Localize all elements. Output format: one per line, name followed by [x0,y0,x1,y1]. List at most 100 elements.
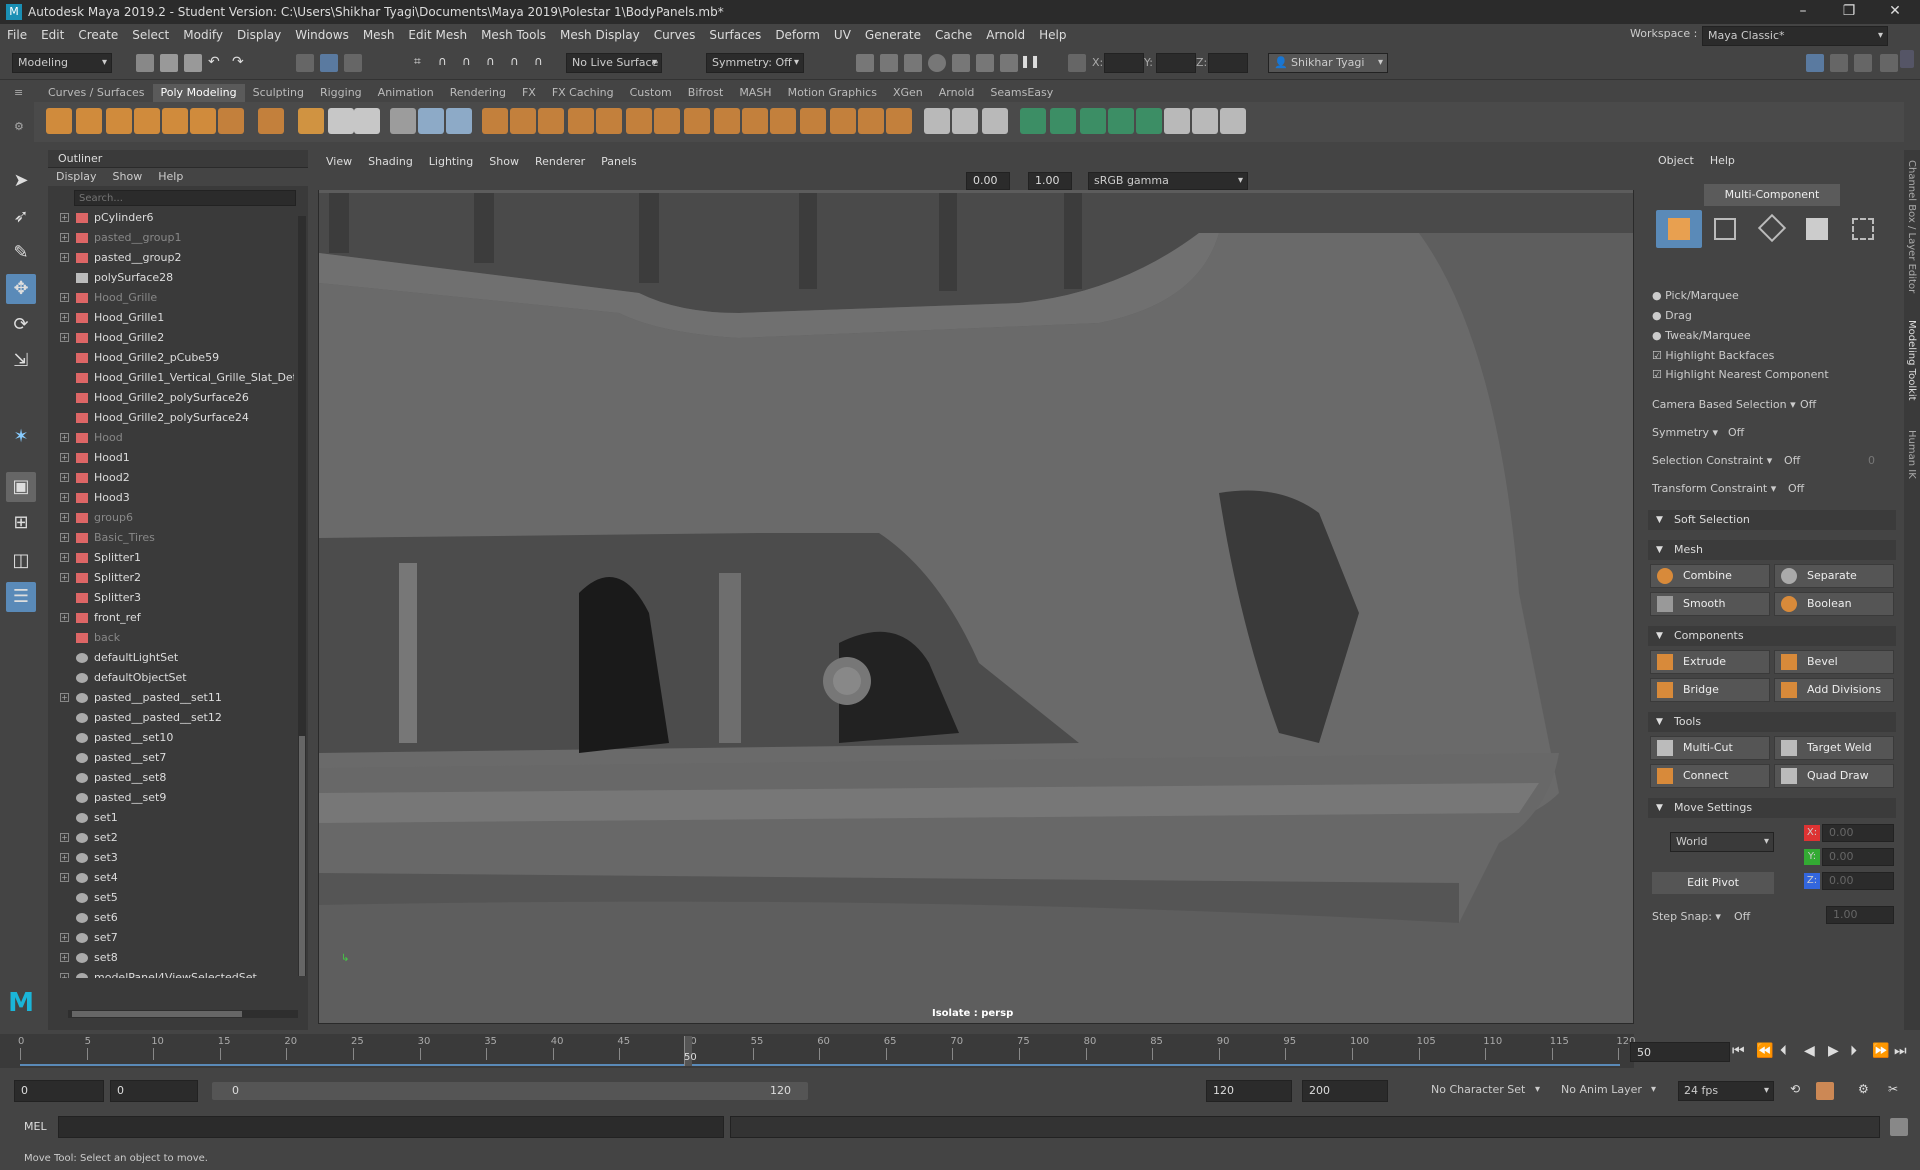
outliner-item[interactable]: + modelPanel4ViewSelectedSet [48,968,294,978]
two-view-layout-icon[interactable]: ◫ [6,546,36,576]
outliner-item[interactable]: + Hood3 [48,488,294,508]
lock-icon[interactable] [1900,50,1914,68]
expand-icon[interactable]: + [60,473,69,482]
move-settings-section[interactable]: Move Settings [1648,798,1896,818]
shelf-tool-icon-36[interactable] [1108,108,1134,134]
shelf-tool-icon-17[interactable] [538,108,564,134]
shelf-tab-xgen[interactable]: XGen [885,84,931,102]
outliner-vscroll[interactable] [298,216,306,976]
outliner-menu-help[interactable]: Help [150,168,191,186]
shelf-tool-icon-3[interactable] [106,108,132,134]
expand-icon[interactable]: + [60,613,69,622]
anim-start-field[interactable]: 0 [14,1080,104,1102]
camera-based-selection-value[interactable]: Off [1800,398,1816,411]
shelf-tool-icon-2[interactable] [76,108,102,134]
multi-cut-button[interactable]: Multi-Cut [1650,736,1770,760]
four-view-layout-icon[interactable]: ⊞ [6,508,36,538]
expand-icon[interactable]: + [60,433,69,442]
outliner-item[interactable]: Hood_Grille1_Vertical_Grille_Slat_Detail [48,368,294,388]
shelf-tool-icon-40[interactable] [1220,108,1246,134]
outliner-item[interactable]: pasted__set9 [48,788,294,808]
expand-icon[interactable]: + [60,933,69,942]
outliner-item[interactable]: Hood_Grille2_pCube59 [48,348,294,368]
user-account-dropdown[interactable]: 👤 Shikhar Tyagi [1268,53,1388,73]
anim-layer-dropdown[interactable]: No Anim Layer [1556,1081,1660,1101]
shelf-tool-icon-34[interactable] [1050,108,1076,134]
channel-box-toggle-icon[interactable] [1806,54,1824,72]
menu-curves[interactable]: Curves [647,28,703,42]
current-frame-field[interactable]: 50 [1630,1042,1730,1062]
outliner-item[interactable]: + Hood_Grille2 [48,328,294,348]
menu-select[interactable]: Select [125,28,176,42]
menu-deform[interactable]: Deform [768,28,827,42]
time-slider[interactable]: 0 5 10 15 20 25 30 35 40 45 50 55 60 65 70 75 80 85 90 95 10… [0,1034,1635,1068]
maximize-button[interactable]: ❐ [1826,0,1872,24]
z-coord-field[interactable] [1208,53,1248,73]
shelf-tab-seamseasy[interactable]: SeamsEasy [982,84,1061,102]
gamma-field[interactable]: 1.00 [1028,172,1072,190]
render-sequence-icon[interactable] [880,54,898,72]
menu-mesh-tools[interactable]: Mesh Tools [474,28,553,42]
expand-icon[interactable]: + [60,573,69,582]
outliner-item[interactable]: + Hood1 [48,448,294,468]
outliner-item[interactable]: pasted__pasted__set12 [48,708,294,728]
undo-icon[interactable]: ↶ [208,54,226,72]
shelf-tool-icon-18[interactable] [568,108,594,134]
expand-icon[interactable]: + [60,973,69,978]
shelf-tab-fx[interactable]: FX [514,84,544,102]
step-snap-value[interactable]: Off [1734,910,1750,923]
expand-icon[interactable]: + [60,873,69,882]
outliner-item[interactable]: + Hood_Grille1 [48,308,294,328]
shelf-tool-icon-24[interactable] [742,108,768,134]
render-settings-icon[interactable] [928,54,946,72]
script-editor-icon[interactable] [1890,1118,1908,1136]
selection-constraint-number[interactable]: 0 [1868,454,1875,467]
menu-windows[interactable]: Windows [288,28,356,42]
outliner-item[interactable]: + Splitter1 [48,548,294,568]
select-hierarchy-icon[interactable] [296,54,314,72]
viewport-menu-lighting[interactable]: Lighting [421,152,481,172]
drag-option[interactable]: ● Drag [1652,309,1692,322]
outliner-item[interactable]: pasted__set10 [48,728,294,748]
last-tool-icon[interactable]: ✶ [6,422,36,452]
transform-mode-icon[interactable] [1068,54,1086,72]
shelf-tool-icon-19[interactable] [596,108,622,134]
symmetry-value[interactable]: Off [1728,426,1744,439]
shelf-settings-icon[interactable]: ⚙ [14,120,28,134]
fps-dropdown[interactable]: 24 fps [1678,1081,1774,1101]
tweak-marquee-option[interactable]: ● Tweak/Marquee [1652,329,1751,342]
outliner-item[interactable]: Hood_Grille2_polySurface24 [48,408,294,428]
pause-viewport-icon[interactable]: ❚❚ [1020,54,1040,72]
play-back-icon[interactable]: ◀ [1804,1043,1815,1059]
expand-icon[interactable]: + [60,513,69,522]
separate-button[interactable]: Separate [1774,564,1894,588]
shelf-tool-icon-35[interactable] [1080,108,1106,134]
world-dropdown[interactable]: World [1670,832,1774,852]
scale-tool-icon[interactable]: ⇲ [6,346,36,376]
outliner-item[interactable]: + set4 [48,868,294,888]
step-snap-number[interactable]: 1.00 [1826,906,1894,924]
select-object-icon[interactable] [320,54,338,72]
toolkit-menu-object[interactable]: Object [1650,154,1702,167]
outliner-item[interactable]: + set8 [48,948,294,968]
step-back-key-icon[interactable]: ⏪ [1756,1043,1773,1059]
shelf-tab-fx-caching[interactable]: FX Caching [544,84,622,102]
multi-component-button[interactable]: Multi-Component [1704,184,1840,206]
shelf-menu-icon[interactable]: ≡ [14,86,28,100]
shelf-tool-icon-9[interactable] [298,108,324,134]
save-scene-icon[interactable] [184,54,202,72]
soft-selection-section[interactable]: Soft Selection [1648,510,1896,530]
outliner-item[interactable]: Splitter3 [48,588,294,608]
anim-prefs-icon[interactable]: ⚙ [1858,1082,1876,1100]
shelf-tool-icon-1[interactable] [46,108,72,134]
viewport-menu-panels[interactable]: Panels [593,152,644,172]
menu-uv[interactable]: UV [827,28,858,42]
outliner-item[interactable]: + Basic_Tires [48,528,294,548]
menu-help[interactable]: Help [1032,28,1073,42]
render-frame-icon[interactable] [856,54,874,72]
shelf-tool-icon-10[interactable] [328,108,354,134]
anim-end-field[interactable]: 200 [1302,1080,1388,1102]
shelf-tool-icon-32[interactable] [982,108,1008,134]
channel-box-tab[interactable]: Channel Box / Layer Editor [1906,160,1917,293]
outliner-item[interactable]: set1 [48,808,294,828]
